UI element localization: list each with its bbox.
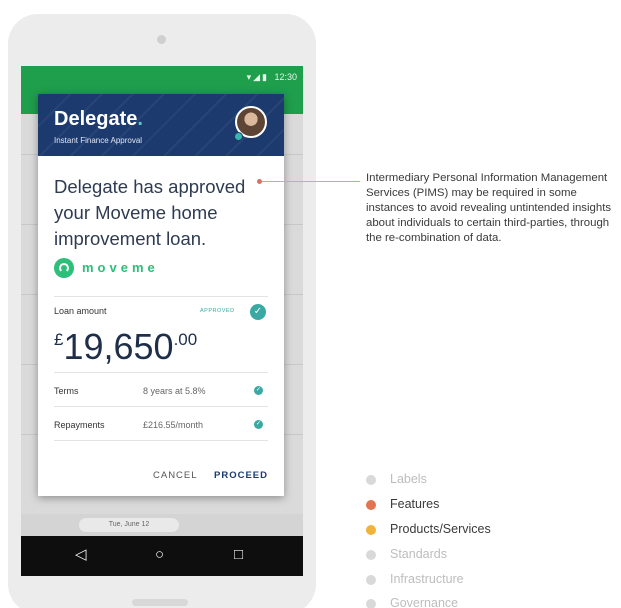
status-badge: APPROVED [200, 308, 235, 314]
divider [54, 440, 268, 441]
repayments-label: Repayments [54, 420, 105, 430]
divider [54, 406, 268, 407]
legend-label: Labels [390, 472, 427, 486]
back-icon[interactable]: ◁ [75, 546, 87, 564]
brand-title: Delegate. [54, 108, 143, 131]
approval-message: Delegate has approved your Moveme home i… [54, 176, 246, 249]
camera-icon [157, 35, 166, 44]
terms-label: Terms [54, 386, 79, 396]
cancel-button[interactable]: CANCEL [153, 470, 198, 481]
approval-dialog: Delegate. Instant Finance Approval Deleg… [38, 94, 284, 496]
signal-battery-icons: ▾◢▮ [246, 72, 269, 82]
brand-dot: . [137, 108, 143, 130]
repayments-value: £216.55/month [143, 420, 204, 430]
legend-dot-icon [366, 475, 376, 485]
legend-label: Governance [390, 596, 459, 608]
amount-value: 19,650 [63, 326, 174, 367]
check-icon: ✓ [254, 420, 263, 429]
callout-line [262, 181, 360, 182]
avatar-badge-icon [234, 132, 243, 141]
nav-bar: ◁ ○ □ [21, 536, 303, 576]
legend-dot-icon [366, 550, 376, 560]
status-bar: ▾◢▮ 12:30 [21, 66, 303, 88]
status-time: 12:30 [274, 72, 297, 82]
legend-dot-icon [366, 599, 376, 608]
moveme-logo-icon [54, 258, 74, 278]
loan-amount-label: Loan amount [54, 306, 107, 316]
partner-name: moveme [82, 260, 159, 275]
recents-icon[interactable]: □ [234, 546, 243, 564]
annotation-text: Intermediary Personal Information Manage… [366, 172, 612, 244]
legend-label: Standards [390, 547, 447, 561]
date-chip: Tue, June 12 [79, 518, 179, 532]
proceed-button[interactable]: PROCEED [214, 470, 268, 481]
amount-decimal: .00 [173, 330, 198, 349]
divider [54, 372, 268, 373]
loan-amount: £19,650.00 [54, 326, 197, 368]
legend-label: Features [390, 497, 440, 511]
stage: ▾◢▮ 12:30 Tue, June 12 ◁ ○ □ Delegate. I… [0, 0, 621, 608]
currency-symbol: £ [54, 330, 64, 349]
legend-dot-icon [366, 525, 376, 535]
legend-label: Infrastructure [390, 572, 464, 586]
check-icon: ✓ [254, 386, 263, 395]
terms-value: 8 years at 5.8% [143, 386, 206, 396]
legend-dot-icon [366, 575, 376, 585]
dialog-header: Delegate. Instant Finance Approval [38, 94, 284, 156]
home-indicator [132, 599, 188, 606]
legend-dot-icon [366, 500, 376, 510]
brand-name: Delegate [54, 108, 138, 130]
brand-subtitle: Instant Finance Approval [54, 136, 143, 145]
legend-label: Products/Services [390, 522, 491, 536]
home-icon[interactable]: ○ [155, 546, 164, 564]
divider [54, 296, 268, 297]
check-icon: ✓ [250, 304, 266, 320]
moveme-logo-mark [59, 263, 69, 273]
